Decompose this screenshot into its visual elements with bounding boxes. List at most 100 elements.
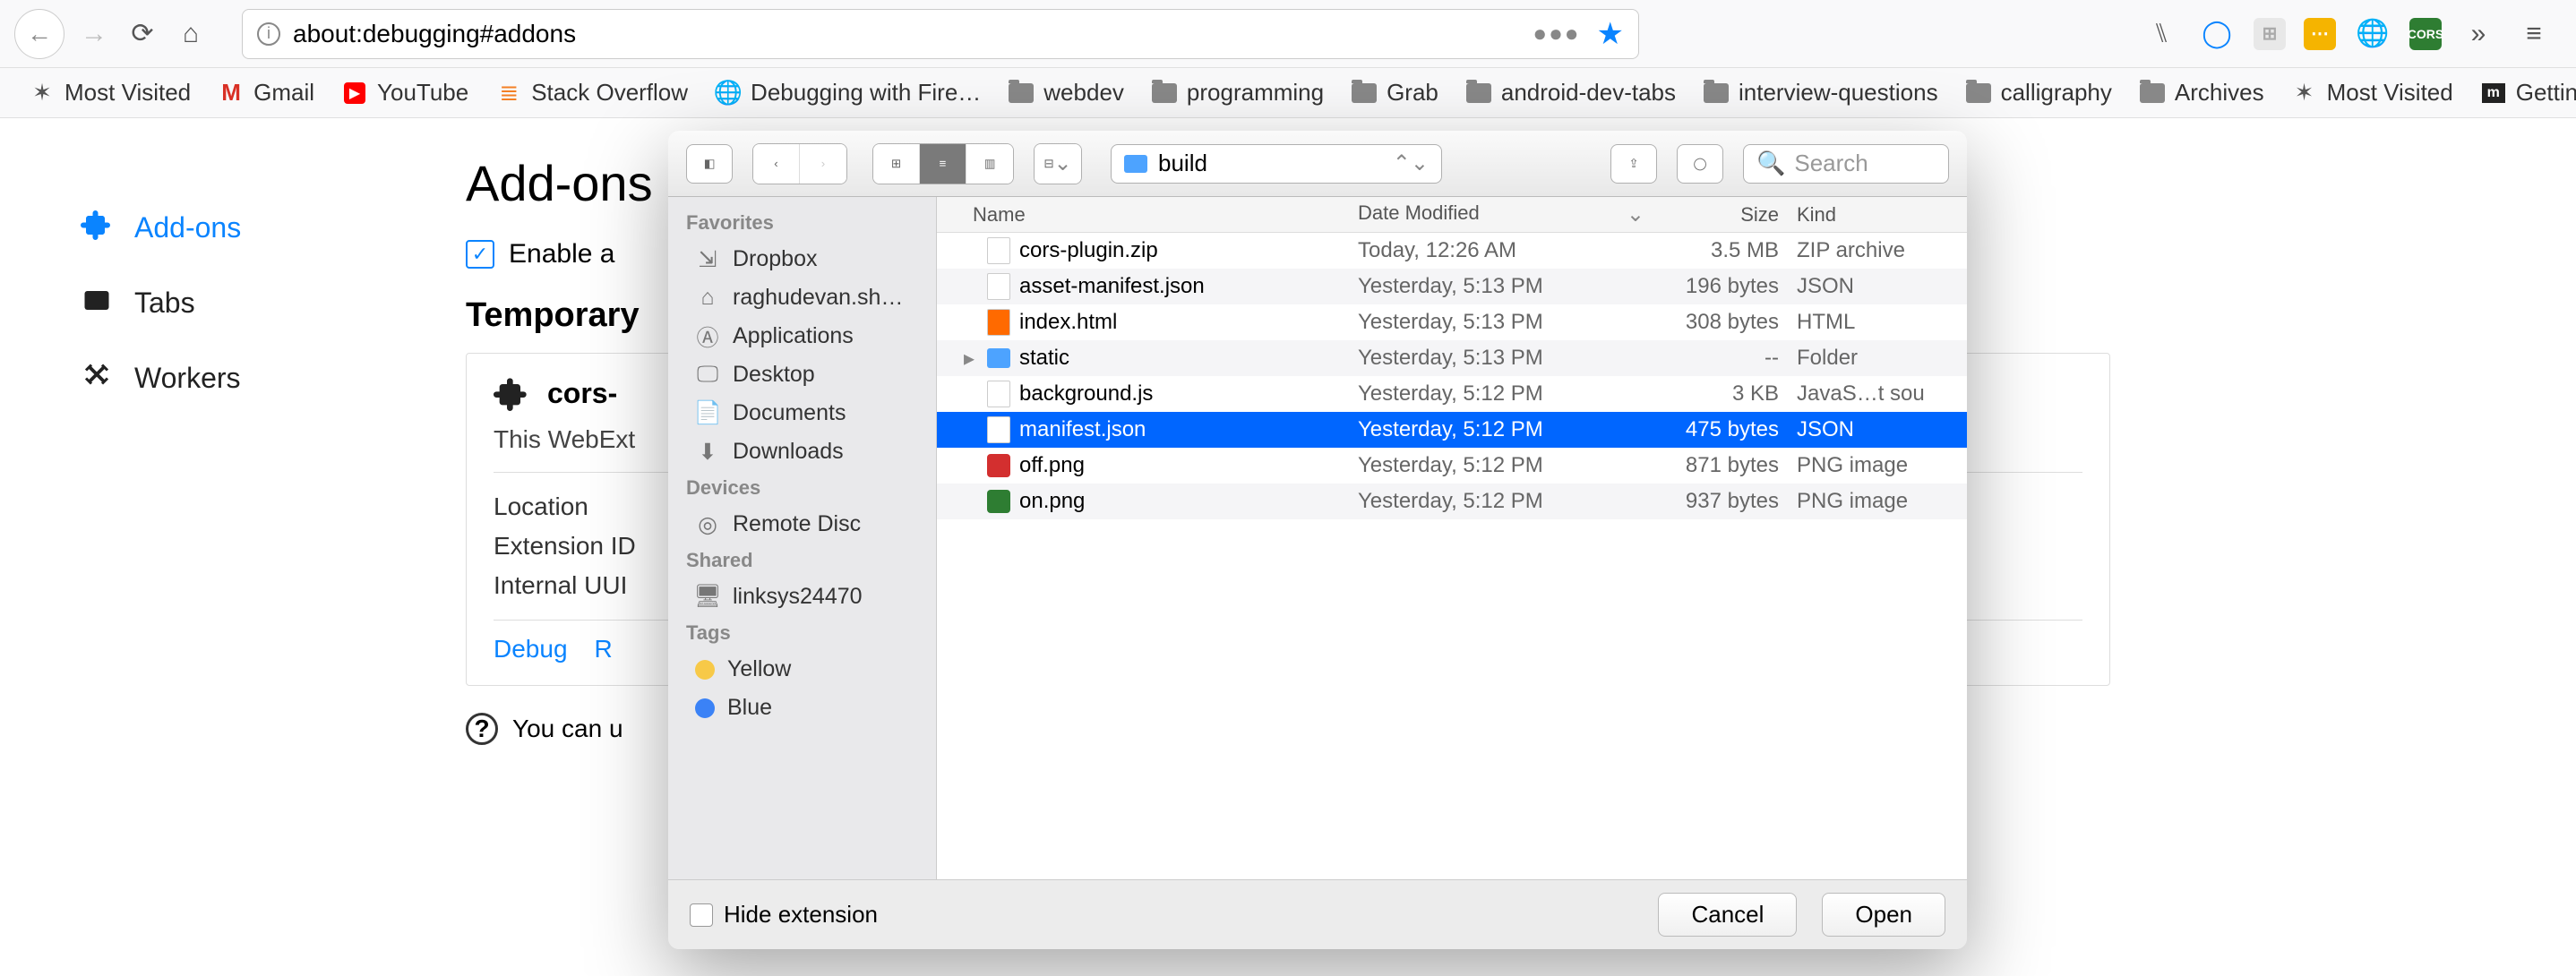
file-row[interactable]: asset-manifest.jsonYesterday, 5:13 PM196… — [937, 269, 1967, 304]
info-text: You can u — [512, 715, 623, 743]
bookmark-item[interactable]: ▶YouTube — [341, 79, 468, 107]
file-row[interactable]: on.pngYesterday, 5:12 PM937 bytesPNG ima… — [937, 484, 1967, 519]
ext-globe-icon[interactable]: 🌐 — [2354, 15, 2391, 53]
sidebar-item[interactable]: ⬇Downloads — [668, 432, 936, 471]
library-icon[interactable]: ⑊ — [2142, 15, 2180, 53]
sidebar-item-workers[interactable]: Workers — [72, 340, 394, 415]
cancel-button[interactable]: Cancel — [1658, 893, 1797, 937]
ext-box-icon[interactable]: ⋯ — [2304, 18, 2336, 50]
sidebar-item-add-ons[interactable]: Add-ons — [72, 190, 394, 265]
forward-button[interactable]: → — [75, 15, 113, 53]
file-row[interactable]: cors-plugin.zipToday, 12:26 AM3.5 MBZIP … — [937, 233, 1967, 269]
sidebar-item[interactable]: ◎Remote Disc — [668, 505, 936, 544]
file-size: 308 bytes — [1662, 310, 1797, 335]
reload-button[interactable]: ⟳ — [124, 15, 161, 53]
sidebar-item[interactable]: 📄Documents — [668, 394, 936, 432]
file-row[interactable]: off.pngYesterday, 5:12 PM871 bytesPNG im… — [937, 448, 1967, 484]
ext-cors-icon[interactable]: CORS — [2409, 18, 2442, 50]
file-size: 196 bytes — [1662, 274, 1797, 299]
ext-circle-icon[interactable]: ◯ — [2198, 15, 2236, 53]
bookmark-item[interactable]: mGetting Started — [2480, 79, 2576, 107]
browser-toolbar: ← → ⟳ ⌂ i ●●● ★ ⑊ ◯ ⊞ ⋯ 🌐 CORS » ≡ — [0, 0, 2576, 68]
file-row[interactable]: index.htmlYesterday, 5:13 PM308 bytesHTM… — [937, 304, 1967, 340]
bookmark-item[interactable]: ✶Most Visited — [29, 79, 191, 107]
bookmark-item[interactable]: webdev — [1008, 79, 1124, 107]
col-date[interactable]: Date Modified ⌄ — [1358, 201, 1662, 227]
dialog-sidebar: Favorites⇲Dropbox⌂raghudevan.sh…ⒶApplica… — [668, 197, 937, 879]
overflow-icon[interactable]: » — [2460, 15, 2497, 53]
page-actions-icon[interactable]: ●●● — [1533, 20, 1580, 47]
file-row[interactable]: ▸staticYesterday, 5:13 PM--Folder — [937, 340, 1967, 376]
folder-select[interactable]: build ⌃⌄ — [1111, 144, 1442, 184]
view-icons-button[interactable]: ⊞ — [873, 144, 920, 184]
file-icon — [987, 416, 1010, 443]
search-box[interactable]: 🔍 Search — [1743, 144, 1949, 184]
bookmark-item[interactable]: 🌐Debugging with Fire… — [715, 79, 981, 107]
hide-extension-checkbox[interactable]: Hide extension — [690, 901, 878, 929]
bookmark-label: Archives — [2175, 79, 2264, 107]
nav-forward-button[interactable]: › — [800, 144, 846, 184]
sidebar-label: Add-ons — [134, 211, 241, 244]
open-button[interactable]: Open — [1822, 893, 1945, 937]
file-icon — [987, 490, 1010, 513]
sidebar-item[interactable]: 🖥linksys24470 — [668, 578, 936, 616]
star-icon: ✶ — [2291, 80, 2318, 107]
group-by-button[interactable]: ⊟ ⌄ — [1035, 144, 1081, 184]
dialog-toolbar: ◧ ‹ › ⊞ ≡ ▥ ⊟ ⌄ build ⌃⌄ ⇪ ◯ 🔍 Search — [668, 131, 1967, 197]
question-icon[interactable]: ? — [466, 713, 498, 745]
file-name: asset-manifest.json — [1019, 274, 1205, 299]
chevron-icon: ⌃⌄ — [1393, 150, 1429, 176]
menu-icon[interactable]: ≡ — [2515, 15, 2553, 53]
bookmark-item[interactable]: MGmail — [218, 79, 314, 107]
tag-dot-icon — [695, 660, 715, 680]
nav-back-button[interactable]: ‹ — [753, 144, 800, 184]
sidebar-item-icon: 📄 — [695, 401, 720, 426]
bookmark-item[interactable]: ≣Stack Overflow — [495, 79, 688, 107]
bookmark-item[interactable]: calligraphy — [1965, 79, 2112, 107]
col-size[interactable]: Size — [1662, 203, 1797, 227]
sidebar-toggle-button[interactable]: ◧ — [686, 144, 733, 184]
sidebar-item[interactable]: 🖵Desktop — [668, 355, 936, 394]
info-icon[interactable]: i — [257, 22, 280, 46]
url-input[interactable] — [293, 20, 1520, 48]
sidebar-tag[interactable]: Blue — [668, 689, 936, 727]
sidebar-section-label: Shared — [668, 544, 936, 578]
file-date: Yesterday, 5:12 PM — [1358, 417, 1662, 442]
file-icon — [987, 273, 1010, 300]
sidebar-item[interactable]: ⇲Dropbox — [668, 240, 936, 278]
col-name[interactable]: Name — [946, 203, 1358, 227]
sidebar-item[interactable]: ⌂raghudevan.sh… — [668, 278, 936, 317]
file-row[interactable]: manifest.jsonYesterday, 5:12 PM475 bytes… — [937, 412, 1967, 448]
url-bar[interactable]: i ●●● ★ — [242, 9, 1639, 59]
bookmark-item[interactable]: Grab — [1351, 79, 1438, 107]
file-name: background.js — [1019, 381, 1153, 407]
sidebar-tag[interactable]: Yellow — [668, 650, 936, 689]
back-button[interactable]: ← — [14, 9, 64, 59]
sidebar-section-label: Favorites — [668, 206, 936, 240]
file-list[interactable]: cors-plugin.zipToday, 12:26 AM3.5 MBZIP … — [937, 233, 1967, 879]
sidebar-icon — [81, 358, 113, 398]
bookmark-label: Grab — [1387, 79, 1438, 107]
bookmark-item[interactable]: programming — [1151, 79, 1324, 107]
ext-grid-icon[interactable]: ⊞ — [2254, 18, 2286, 50]
col-kind[interactable]: Kind — [1797, 203, 1958, 227]
view-list-button[interactable]: ≡ — [920, 144, 966, 184]
file-columns-header[interactable]: Name Date Modified ⌄ Size Kind — [937, 197, 1967, 233]
file-name: static — [1019, 346, 1069, 371]
card-link[interactable]: Debug — [494, 635, 568, 663]
bookmark-item[interactable]: ✶Most Visited — [2291, 79, 2453, 107]
tags-button[interactable]: ◯ — [1677, 144, 1723, 184]
bookmark-item[interactable]: interview-questions — [1703, 79, 1938, 107]
view-columns-button[interactable]: ▥ — [966, 144, 1013, 184]
sidebar-item[interactable]: ⒶApplications — [668, 317, 936, 355]
file-open-dialog: ◧ ‹ › ⊞ ≡ ▥ ⊟ ⌄ build ⌃⌄ ⇪ ◯ 🔍 Search Fa… — [668, 131, 1967, 949]
share-button[interactable]: ⇪ — [1610, 144, 1657, 184]
bookmark-item[interactable]: Archives — [2139, 79, 2264, 107]
card-link[interactable]: R — [595, 635, 613, 663]
file-date: Yesterday, 5:13 PM — [1358, 310, 1662, 335]
bookmark-star-icon[interactable]: ★ — [1597, 16, 1624, 52]
bookmark-item[interactable]: android-dev-tabs — [1465, 79, 1676, 107]
home-button[interactable]: ⌂ — [172, 15, 210, 53]
sidebar-item-tabs[interactable]: Tabs — [72, 265, 394, 340]
file-row[interactable]: background.jsYesterday, 5:12 PM3 KBJavaS… — [937, 376, 1967, 412]
